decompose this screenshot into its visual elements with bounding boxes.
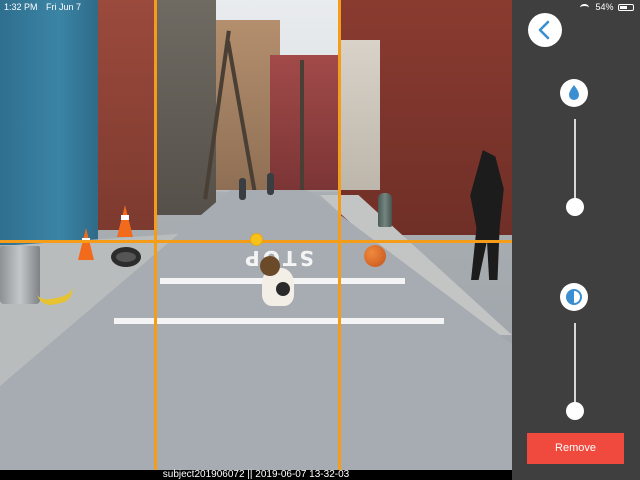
dog-spot bbox=[276, 282, 290, 296]
fire-hydrant[interactable] bbox=[378, 193, 392, 227]
guide-line-vertical[interactable] bbox=[338, 0, 341, 470]
guide-handle[interactable] bbox=[250, 233, 263, 246]
building bbox=[270, 55, 340, 190]
water-drop-icon bbox=[560, 79, 588, 107]
side-panel: 54% Remove bbox=[512, 0, 640, 480]
building bbox=[340, 40, 380, 190]
battery-percent: 54% bbox=[595, 2, 614, 12]
remove-button[interactable]: Remove bbox=[527, 433, 624, 464]
wifi-icon bbox=[579, 4, 589, 11]
chevron-left-icon bbox=[538, 20, 550, 40]
pedestrian bbox=[267, 173, 274, 195]
status-date: Fri Jun 7 bbox=[46, 2, 82, 12]
building bbox=[0, 0, 98, 245]
building bbox=[96, 0, 156, 230]
pedestrian bbox=[239, 178, 246, 200]
battery-icon bbox=[618, 4, 634, 12]
contrast-icon bbox=[560, 283, 588, 311]
back-button[interactable] bbox=[528, 13, 562, 47]
guide-line-vertical[interactable] bbox=[154, 0, 157, 470]
contrast-slider-thumb[interactable] bbox=[566, 402, 584, 420]
tree bbox=[300, 60, 304, 190]
drop-slider-track[interactable] bbox=[574, 119, 576, 205]
status-bar: 1:32 PM Fri Jun 7 bbox=[0, 0, 512, 14]
image-caption: subject201906072 || 2019-06-07 13-32-03 bbox=[0, 470, 512, 480]
photo-canvas[interactable]: STOP 1:32 PM Fri Jun 7 bbox=[0, 0, 512, 470]
status-time: 1:32 PM bbox=[4, 2, 38, 12]
trash-can[interactable] bbox=[0, 246, 40, 304]
crosswalk-line bbox=[114, 318, 444, 324]
status-indicators: 54% bbox=[579, 2, 634, 12]
drop-slider-thumb[interactable] bbox=[566, 198, 584, 216]
traffic-cone[interactable] bbox=[78, 228, 94, 260]
basketball[interactable] bbox=[364, 245, 386, 267]
contrast-slider-track[interactable] bbox=[574, 323, 576, 409]
dog-head bbox=[260, 256, 280, 276]
traffic-cone[interactable] bbox=[117, 205, 133, 237]
tire[interactable] bbox=[111, 247, 141, 267]
